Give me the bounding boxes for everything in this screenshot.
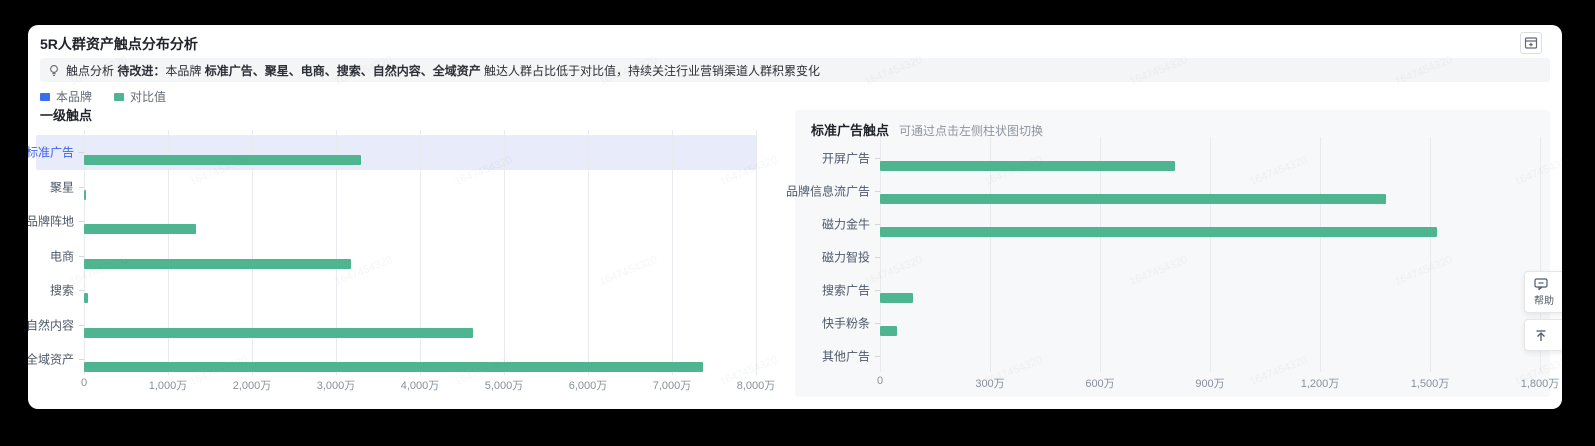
chart-row-3[interactable]: 品牌阵地 [28,204,756,239]
chart-row-7: 其他广告 [795,339,1540,372]
axis-tick-mark [79,221,84,223]
category-label: 快手粉条 [821,316,870,330]
bar-对比值[interactable] [84,155,362,166]
chart-row-6: 快手粉条 [795,306,1540,339]
back-to-top-button[interactable] [1524,319,1562,351]
x-axis-tick-label: 8,000万 [736,380,776,392]
axis-tick-mark [79,359,84,361]
help-button[interactable]: 帮助 [1524,271,1562,313]
bar-对比值[interactable] [84,362,704,373]
axis-tick-mark [875,289,880,291]
x-axis-tick-label: 3,000万 [316,380,356,392]
x-axis-tick-label: 2,000万 [232,380,272,392]
axis-gridline [756,130,757,375]
back-to-top-icon [1534,329,1548,343]
bar-对比值[interactable] [84,189,86,200]
axis-tick-mark [79,324,84,326]
standard-ad-panel: 标准广告触点 可通过点击左侧柱状图切换 0 300万 600万 900万 1,200万 1,… [786,110,1559,397]
chart-row-6[interactable]: 自然内容 [28,308,756,343]
axis-tick-mark [875,355,880,357]
category-label: 品牌阵地 [28,214,74,229]
axis-tick-mark [79,255,84,257]
category-label: 搜索广告 [821,283,870,297]
axis-tick-mark [875,190,880,192]
category-label: 开屏广告 [821,151,870,165]
axis-tick-mark [875,223,880,225]
insight-notice-segment: 触达人群占比低于对比值，持续关注行业营销渠道人群积累变化 [480,63,821,78]
legend-label: 本品牌 [56,90,93,104]
chart-row-2[interactable]: 聚星 [36,170,756,205]
chart-row-2: 品牌信息流广告 [786,174,1540,207]
category-label: 其他广告 [821,349,870,363]
legend-item-benchmark[interactable]: 对比值 [114,88,166,105]
x-axis-tick-label: 600万 [1085,378,1115,390]
insight-notice-segment: 待改进： [117,63,166,78]
axis-tick-mark [79,186,84,188]
axis-tick-mark [79,152,84,154]
insight-notice-bar: 触点分析 待改进：本品牌 标准广告、聚星、电商、搜索、自然内容、全域资产 触达人… [40,58,1550,82]
category-label: 磁力金牛 [821,217,870,231]
category-label: 搜索 [49,283,74,298]
bar-对比值 [880,325,897,336]
bar-对比值 [880,226,1438,237]
add-to-dashboard-icon [1524,36,1538,50]
bar-对比值 [880,193,1386,204]
chart-legend: 本品牌 对比值 [40,88,166,105]
help-button-label: 帮助 [1534,296,1554,307]
legend-swatch-blue [40,92,50,101]
category-label: 电商 [49,249,74,264]
x-axis-tick-label: 1,500万 [1410,378,1450,390]
x-axis-tick-label: 7,000万 [652,380,692,392]
axis-tick-mark [79,290,84,292]
x-axis-tick-label: 6,000万 [568,380,608,392]
x-axis-tick-label: 300万 [975,378,1005,390]
add-to-dashboard-button[interactable] [1520,32,1542,54]
insight-notice-segment: 触点分析 [66,63,118,78]
category-label: 品牌信息流广告 [785,184,870,198]
insight-notice-segment: 本品牌 [165,63,205,78]
chart-row-4: 磁力智投 [795,240,1540,273]
chart-row-4[interactable]: 电商 [36,239,756,274]
chart-row-3: 磁力金牛 [795,207,1540,240]
feedback-chat-icon [1534,278,1548,290]
insight-notice-segment: 标准广告、聚星、电商、搜索、自然内容、全域资产 [204,63,481,78]
x-axis-tick-label: 1,200万 [1300,378,1340,390]
legend-item-own-brand[interactable]: 本品牌 [40,88,92,105]
x-axis-tick-label: 0 [876,375,884,387]
page-title: 5R人群资产触点分布分析 [40,36,198,52]
standard-ad-touchpoint-chart: 0 300万 600万 900万 1,200万 1,500万 1,800万 开屏广告品牌信息流… [786,110,1559,397]
chart-row-1: 开屏广告 [795,141,1540,174]
bar-对比值[interactable] [84,258,352,269]
bar-对比值 [880,160,1176,171]
insight-notice-text: 触点分析 待改进：本品牌 标准广告、聚星、电商、搜索、自然内容、全域资产 触达人… [66,62,820,79]
chart-row-7[interactable]: 全域资产 [28,342,756,377]
legend-swatch-green [114,92,125,101]
x-axis-tick-label: 0 [80,377,88,389]
legend-label: 对比值 [130,90,167,104]
axis-tick-mark [875,256,880,258]
x-axis-tick-label: 900万 [1195,378,1225,390]
x-axis-tick-label: 5,000万 [484,380,524,392]
axis-tick-mark [875,322,880,324]
chart-row-5[interactable]: 搜索 [36,273,756,308]
level1-touchpoint-chart: 0 1,000万 2,000万 3,000万 4,000万 5,000万 6,000万 7,0… [28,125,776,397]
category-label: 全域资产 [28,352,74,367]
category-label: 自然内容 [28,318,74,333]
x-axis-tick-label: 4,000万 [400,380,440,392]
chart-row-1[interactable]: 标准广告 [28,135,756,170]
bar-对比值 [880,292,913,303]
lightbulb-icon [48,64,60,77]
analysis-card: 5R人群资产触点分布分析 触点分析 待改进：本品牌 标准广告、聚星、电商、搜索、… [28,25,1562,409]
bar-对比值[interactable] [84,327,473,338]
x-axis-tick-label: 1,000万 [148,380,188,392]
axis-tick-mark [875,157,880,159]
left-chart-title: 一级触点 [40,108,93,123]
category-label: 聚星 [49,180,74,195]
category-label: 标准广告 [28,145,74,160]
x-axis-tick-label: 1,800万 [1520,378,1560,390]
bar-对比值[interactable] [84,224,196,235]
chart-row-5: 搜索广告 [795,273,1540,306]
category-label: 磁力智投 [821,250,870,264]
bar-对比值[interactable] [84,293,89,304]
